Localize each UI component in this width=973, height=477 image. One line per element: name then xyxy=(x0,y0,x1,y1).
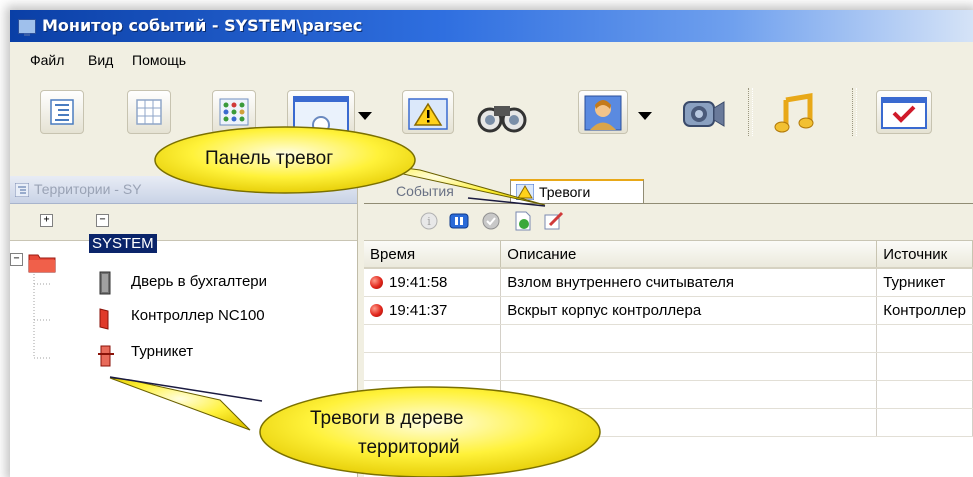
acknowledge-icon[interactable] xyxy=(481,211,501,231)
source-cell: Контроллер xyxy=(876,296,973,325)
video-button[interactable] xyxy=(676,90,728,136)
alarms-panel-button[interactable] xyxy=(402,90,454,134)
window-title: Монитор событий - SYSTEM\parsec xyxy=(42,16,363,35)
window-zoom-icon xyxy=(293,96,349,134)
description-cell: Взлом внутреннего считывателя xyxy=(500,268,878,297)
menu-help[interactable]: Помощь xyxy=(132,52,186,68)
column-header-source[interactable]: Источник xyxy=(876,241,973,269)
confirm-button[interactable] xyxy=(876,90,932,134)
column-header-time[interactable]: Время xyxy=(364,241,502,269)
checkmark-window-icon xyxy=(881,97,927,129)
plan-view-button[interactable] xyxy=(212,90,256,134)
app-window: Монитор событий - SYSTEM\parsec Файл Вид… xyxy=(10,10,973,477)
tab-alarms[interactable]: Тревоги xyxy=(510,179,644,203)
tree-item-turnstile[interactable]: Турникет xyxy=(131,343,193,360)
time-cell: 19:41:58 xyxy=(364,268,502,297)
tree-item-controller[interactable]: Контроллер NC100 xyxy=(131,307,265,324)
callout-alarm-panel-text: Панель тревог xyxy=(205,148,334,169)
grid-icon xyxy=(136,99,162,125)
title-bar[interactable]: Монитор событий - SYSTEM\parsec xyxy=(10,10,973,42)
export-document-icon[interactable] xyxy=(513,211,533,231)
warning-icon xyxy=(408,98,448,130)
time-cell: 19:41:37 xyxy=(364,296,502,325)
events-tabs: События Тревоги xyxy=(364,176,973,204)
menu-bar: Файл Вид Помощь xyxy=(10,42,973,76)
warning-icon xyxy=(516,184,534,200)
folder-alarm-icon xyxy=(28,254,56,273)
tree-collapse-toggle[interactable]: − xyxy=(10,253,23,266)
territory-tree: − SYSTEM Дверь в бухгалтери Контроллер N… xyxy=(10,234,357,477)
collapse-all-button[interactable]: − xyxy=(96,214,109,227)
turnstile-alarm-icon xyxy=(98,345,114,367)
tab-events-label: События xyxy=(396,183,454,199)
source-cell: Турникет xyxy=(876,268,973,297)
tree-item-door[interactable]: Дверь в бухгалтери xyxy=(131,273,267,290)
window-view-dropdown-arrow[interactable] xyxy=(358,112,372,120)
table-header-row: Время Описание Источник xyxy=(364,241,973,269)
dots-grid-icon xyxy=(219,98,249,126)
search-button[interactable] xyxy=(472,92,532,136)
column-header-description[interactable]: Описание xyxy=(500,241,878,269)
binoculars-icon xyxy=(477,106,527,133)
music-note-icon xyxy=(774,93,814,133)
alarm-dot-icon xyxy=(370,304,383,317)
monitor-app-icon xyxy=(18,19,36,36)
window-view-button[interactable] xyxy=(287,90,355,134)
toolbar-separator xyxy=(852,88,857,136)
table-row xyxy=(364,352,973,381)
tree-root-system[interactable]: SYSTEM xyxy=(89,234,157,253)
time-value: 19:41:58 xyxy=(389,274,448,291)
controller-alarm-icon xyxy=(99,308,109,330)
person-button[interactable] xyxy=(578,90,628,134)
callout-tree-alarms-text-line2: территорий xyxy=(358,437,460,458)
person-dropdown-arrow[interactable] xyxy=(638,112,652,120)
territories-panel-title: Территории - SY xyxy=(34,181,142,197)
territories-panel-header: Территории - SY xyxy=(10,176,357,204)
main-toolbar xyxy=(10,76,973,176)
door-icon xyxy=(99,271,111,295)
info-icon[interactable]: i xyxy=(419,211,439,231)
alarm-dot-icon xyxy=(370,276,383,289)
territories-toolbar: + − xyxy=(10,204,357,241)
table-row xyxy=(364,324,973,353)
tree-view-button[interactable] xyxy=(40,90,84,134)
video-camera-icon xyxy=(683,101,725,127)
menu-file[interactable]: Файл xyxy=(30,52,64,68)
tree-small-icon xyxy=(15,183,29,197)
pause-icon[interactable] xyxy=(449,211,469,231)
territories-panel: Территории - SY + − − SYSTEM Дверь в бух… xyxy=(10,176,357,477)
grid-view-button[interactable] xyxy=(127,90,171,134)
description-cell: Вскрыт корпус контроллера xyxy=(500,296,878,325)
tab-events[interactable]: События xyxy=(370,179,510,203)
table-row[interactable]: 19:41:37 Вскрыт корпус контроллера Контр… xyxy=(364,296,973,325)
table-row[interactable]: 19:41:58 Взлом внутреннего считывателя Т… xyxy=(364,268,973,297)
user-photo-icon xyxy=(584,95,622,131)
callout-tree-alarms-text-line1: Тревоги в дереве xyxy=(310,408,464,429)
table-row xyxy=(364,380,973,409)
edit-note-icon[interactable] xyxy=(544,211,564,231)
sound-button[interactable] xyxy=(772,90,818,136)
expand-all-button[interactable]: + xyxy=(40,214,53,227)
time-value: 19:41:37 xyxy=(389,302,448,319)
tree-list-icon xyxy=(50,99,74,125)
tab-alarms-label: Тревоги xyxy=(539,184,591,200)
alarms-toolbar: i xyxy=(364,204,973,241)
menu-view[interactable]: Вид xyxy=(88,52,113,68)
events-panel: События Тревоги i Время Описание Источни… xyxy=(364,176,973,477)
svg-text:i: i xyxy=(427,215,431,228)
toolbar-separator xyxy=(748,88,753,136)
